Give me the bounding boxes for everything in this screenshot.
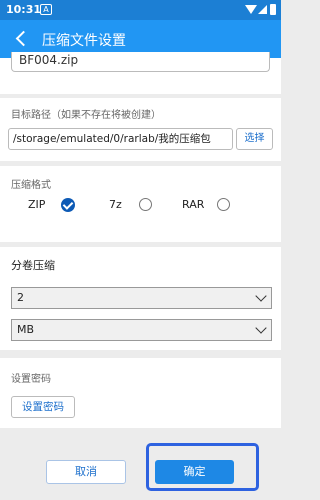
target-path-input[interactable]: /storage/emulated/0/rarlab/我的压缩包 [8, 128, 233, 150]
status-time: 10:31 [6, 3, 42, 16]
zip-checked-icon[interactable] [61, 198, 75, 212]
wifi-icon [245, 5, 257, 14]
target-path-section: 目标路径（如果不存在将被创建） /storage/emulated/0/rarl… [0, 98, 281, 161]
back-arrow-icon[interactable] [15, 30, 32, 47]
choose-path-button[interactable]: 选择 [236, 128, 273, 150]
format-option-rar-label[interactable]: RAR [182, 198, 204, 211]
split-unit-value: MB [17, 323, 35, 336]
split-unit-select[interactable]: MB [11, 319, 272, 341]
confirm-button[interactable]: 确定 [155, 460, 234, 484]
split-section: 分卷压缩 2 MB [0, 247, 281, 350]
format-option-7z-label[interactable]: 7z [109, 198, 122, 211]
password-section: 设置密码 设置密码 [0, 358, 281, 428]
page-title: 压缩文件设置 [42, 33, 126, 49]
notification-icon: A [40, 4, 52, 15]
password-label: 设置密码 [11, 374, 51, 385]
filename-section: BF004.zip [0, 52, 281, 94]
set-password-button[interactable]: 设置密码 [11, 396, 75, 418]
cancel-button[interactable]: 取消 [46, 460, 126, 484]
chevron-down-icon [255, 322, 267, 334]
rar-radio-icon[interactable] [217, 198, 230, 211]
format-option-zip-label[interactable]: ZIP [28, 198, 45, 211]
signal-icon [258, 5, 267, 14]
split-label: 分卷压缩 [11, 259, 55, 272]
split-size-value: 2 [17, 291, 24, 304]
status-bar: 10:31 A [0, 0, 281, 20]
battery-icon [270, 4, 276, 15]
format-section: 压缩格式 ZIP 7z RAR [0, 166, 281, 242]
split-size-select[interactable]: 2 [11, 287, 272, 309]
target-path-label: 目标路径（如果不存在将被创建） [11, 110, 161, 121]
7z-radio-icon[interactable] [139, 198, 152, 211]
chevron-down-icon [255, 290, 267, 302]
format-label: 压缩格式 [11, 180, 51, 191]
filename-input[interactable]: BF004.zip [11, 52, 270, 72]
action-bar: 取消 确定 [0, 433, 281, 500]
